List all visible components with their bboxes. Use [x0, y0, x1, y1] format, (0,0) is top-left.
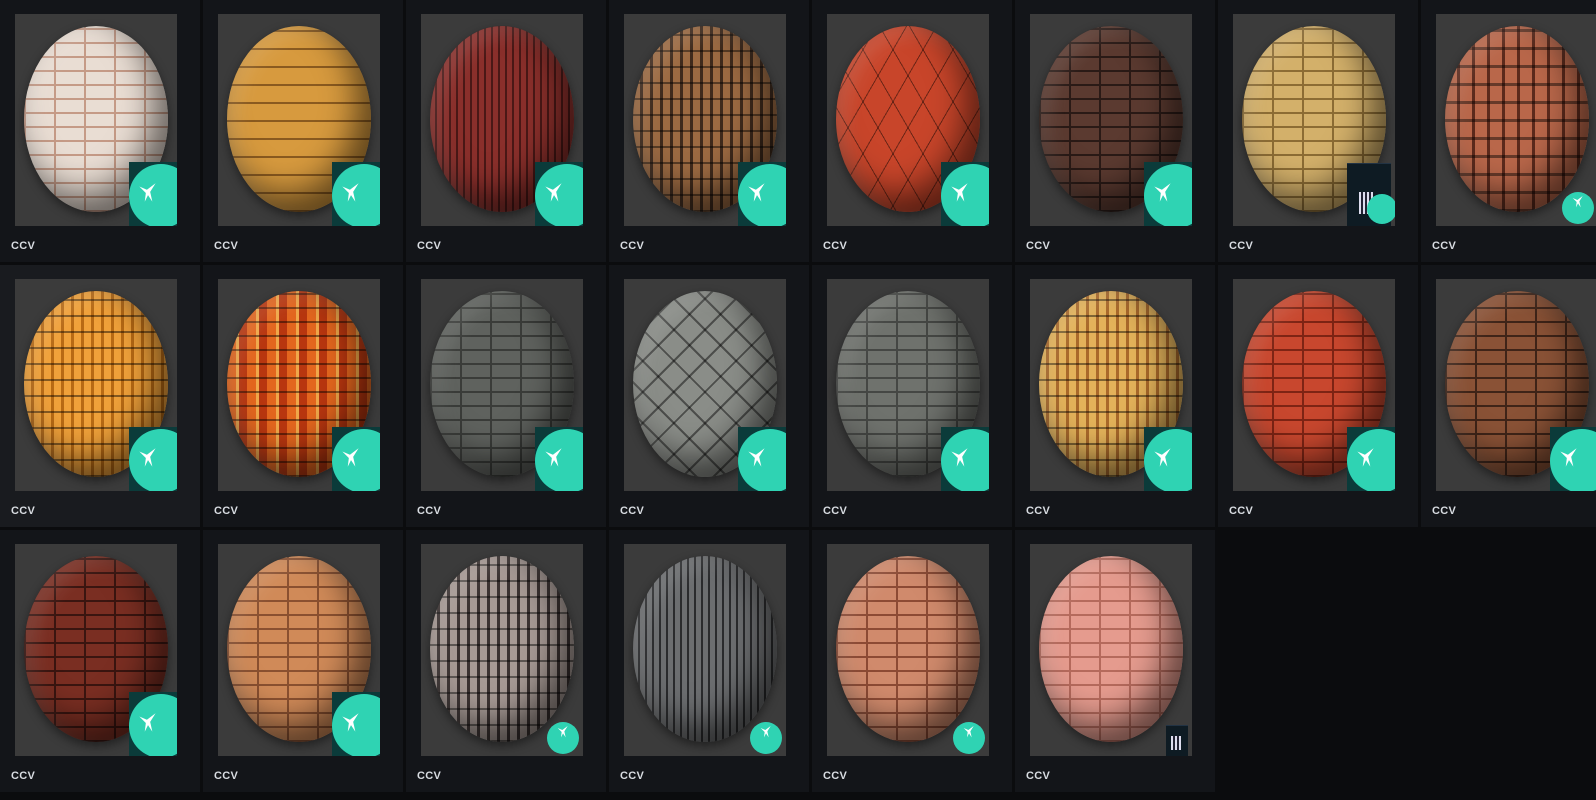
material-label: CCV: [620, 505, 645, 517]
material-label: CCV: [823, 505, 848, 517]
material-thumbnail[interactable]: [218, 14, 380, 226]
material-label: CCV: [417, 505, 442, 517]
material-thumbnail[interactable]: [421, 544, 583, 756]
material-card[interactable]: CCV: [812, 0, 1012, 262]
material-thumbnail[interactable]: [218, 544, 380, 756]
material-thumbnail[interactable]: [1030, 14, 1192, 226]
material-card[interactable]: CCV: [1015, 265, 1215, 527]
material-label: CCV: [1026, 770, 1051, 782]
qr-code-icon: [1347, 163, 1395, 226]
brand-logo-icon: [953, 714, 985, 754]
material-label: CCV: [214, 770, 239, 782]
material-thumbnail[interactable]: [1030, 544, 1192, 756]
material-card[interactable]: CCV: [203, 0, 403, 262]
material-thumbnail[interactable]: [421, 14, 583, 226]
brand-logo-icon: [332, 692, 380, 756]
material-thumbnail[interactable]: [624, 14, 786, 226]
material-thumbnail[interactable]: [1233, 279, 1395, 491]
material-label: CCV: [1432, 505, 1457, 517]
qr-code-icon: [1166, 725, 1188, 756]
material-thumbnail[interactable]: [827, 279, 989, 491]
material-thumbnail[interactable]: [1436, 279, 1596, 491]
material-label: CCV: [214, 505, 239, 517]
material-label: CCV: [214, 240, 239, 252]
material-label: CCV: [11, 505, 36, 517]
material-label: CCV: [11, 770, 36, 782]
material-label: CCV: [417, 240, 442, 252]
material-card[interactable]: CCV: [203, 265, 403, 527]
material-grid: CCV CCV CCV CCV CCV CCV CCV CCV CCV CCV …: [0, 0, 1596, 800]
material-card[interactable]: CCV: [1015, 530, 1215, 792]
brand-logo-icon: [941, 427, 989, 491]
material-card[interactable]: CCV: [1421, 265, 1596, 527]
material-label: CCV: [620, 240, 645, 252]
material-card[interactable]: CCV: [0, 0, 200, 262]
material-card[interactable]: CCV: [1421, 0, 1596, 262]
material-card[interactable]: CCV: [1015, 0, 1215, 262]
brand-logo-icon: [129, 692, 177, 756]
brand-logo-icon: [1562, 184, 1594, 224]
material-card[interactable]: CCV: [406, 530, 606, 792]
material-card[interactable]: CCV: [203, 530, 403, 792]
material-card[interactable]: CCV: [406, 0, 606, 262]
brand-logo-icon: [941, 162, 989, 226]
material-card[interactable]: CCV: [1218, 265, 1418, 527]
material-thumbnail[interactable]: [15, 279, 177, 491]
material-label: CCV: [1026, 505, 1051, 517]
material-thumbnail[interactable]: [827, 14, 989, 226]
brand-logo-icon: [1144, 162, 1192, 226]
material-thumbnail[interactable]: [218, 279, 380, 491]
brand-logo-icon: [1550, 427, 1596, 491]
material-thumbnail[interactable]: [624, 279, 786, 491]
material-card[interactable]: CCV: [609, 0, 809, 262]
brand-logo-icon: [738, 162, 786, 226]
brand-logo-icon: [1144, 427, 1192, 491]
material-thumbnail[interactable]: [827, 544, 989, 756]
brand-logo-icon: [535, 162, 583, 226]
material-label: CCV: [417, 770, 442, 782]
brand-logo-icon: [738, 427, 786, 491]
material-label: CCV: [620, 770, 645, 782]
brand-logo-icon: [535, 427, 583, 491]
material-thumbnail[interactable]: [1030, 279, 1192, 491]
brand-logo-icon: [129, 162, 177, 226]
material-label: CCV: [1229, 505, 1254, 517]
material-card[interactable]: CCV: [812, 265, 1012, 527]
material-card[interactable]: CCV: [0, 265, 200, 527]
brand-logo-icon: [332, 427, 380, 491]
material-label: CCV: [1432, 240, 1457, 252]
material-label: CCV: [1229, 240, 1254, 252]
material-card[interactable]: CCV: [609, 530, 809, 792]
material-label: CCV: [11, 240, 36, 252]
material-thumbnail[interactable]: [421, 279, 583, 491]
material-thumbnail[interactable]: [624, 544, 786, 756]
material-thumbnail[interactable]: [1436, 14, 1596, 226]
material-thumbnail[interactable]: [1233, 14, 1395, 226]
material-thumbnail[interactable]: [15, 14, 177, 226]
material-sphere-pink-brick: [1039, 556, 1183, 742]
material-card[interactable]: CCV: [1218, 0, 1418, 262]
material-card[interactable]: CCV: [812, 530, 1012, 792]
brand-logo-icon: [129, 427, 177, 491]
material-thumbnail[interactable]: [15, 544, 177, 756]
brand-logo-icon: [332, 162, 380, 226]
material-label: CCV: [823, 770, 848, 782]
material-card[interactable]: CCV: [609, 265, 809, 527]
brand-logo-icon: [1347, 427, 1395, 491]
material-label: CCV: [823, 240, 848, 252]
brand-logo-icon: [547, 714, 579, 754]
material-label: CCV: [1026, 240, 1051, 252]
material-card[interactable]: CCV: [406, 265, 606, 527]
material-card[interactable]: CCV: [0, 530, 200, 792]
brand-logo-icon: [750, 714, 782, 754]
